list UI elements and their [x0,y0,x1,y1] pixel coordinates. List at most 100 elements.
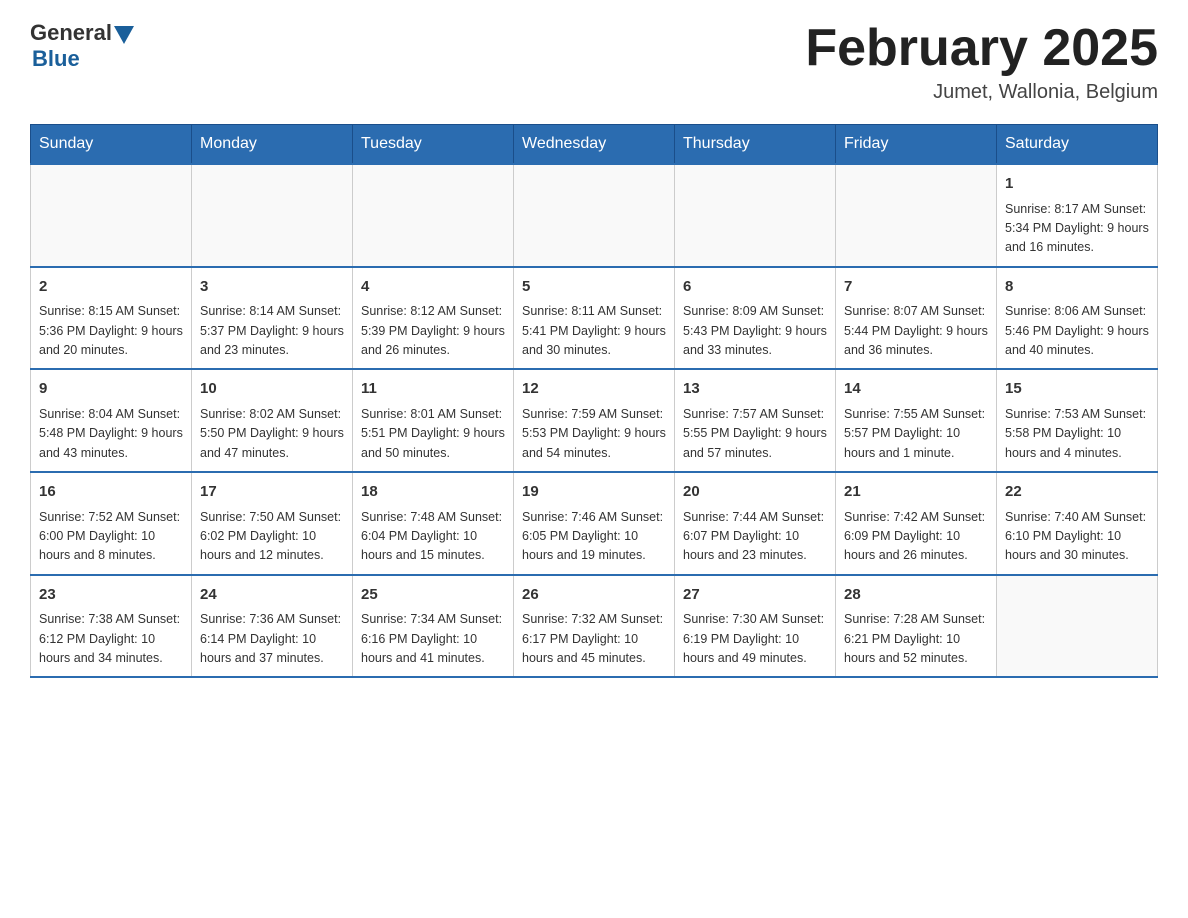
logo: General Blue [30,20,134,72]
day-number: 28 [844,584,988,607]
calendar-cell: 16 Sunrise: 7:52 AM Sunset: 6:00 PM Dayli… [31,472,192,575]
day-info: Sunrise: 7:38 AM Sunset: 6:12 PM Dayligh… [39,610,183,668]
day-number: 21 [844,481,988,504]
calendar-cell: 4 Sunrise: 8:12 AM Sunset: 5:39 PM Daylig… [353,267,514,370]
day-number: 16 [39,481,183,504]
calendar-week-row: 16 Sunrise: 7:52 AM Sunset: 6:00 PM Dayli… [31,472,1158,575]
weekday-header-monday: Monday [192,125,353,165]
day-info: Sunrise: 7:59 AM Sunset: 5:53 PM Dayligh… [522,405,666,463]
calendar-cell: 19 Sunrise: 7:46 AM Sunset: 6:05 PM Dayli… [514,472,675,575]
day-info: Sunrise: 7:32 AM Sunset: 6:17 PM Dayligh… [522,610,666,668]
day-number: 18 [361,481,505,504]
day-info: Sunrise: 7:34 AM Sunset: 6:16 PM Dayligh… [361,610,505,668]
day-number: 7 [844,276,988,299]
location: Jumet, Wallonia, Belgium [805,81,1158,104]
calendar-cell: 17 Sunrise: 7:50 AM Sunset: 6:02 PM Dayli… [192,472,353,575]
calendar-cell: 22 Sunrise: 7:40 AM Sunset: 6:10 PM Dayli… [997,472,1158,575]
calendar-cell [675,164,836,267]
day-number: 20 [683,481,827,504]
day-number: 4 [361,276,505,299]
day-number: 6 [683,276,827,299]
calendar-week-row: 9Sunrise: 8:04 AM Sunset: 5:48 PM Daylig… [31,369,1158,472]
calendar-week-row: 23 Sunrise: 7:38 AM Sunset: 6:12 PM Dayli… [31,575,1158,678]
day-number: 12 [522,378,666,401]
day-info: Sunrise: 7:44 AM Sunset: 6:07 PM Dayligh… [683,508,827,566]
day-info: Sunrise: 7:55 AM Sunset: 5:57 PM Dayligh… [844,405,988,463]
calendar-cell: 5Sunrise: 8:11 AM Sunset: 5:41 PM Daylig… [514,267,675,370]
day-number: 25 [361,584,505,607]
title-section: February 2025 Jumet, Wallonia, Belgium [805,20,1158,104]
calendar-cell [192,164,353,267]
day-info: Sunrise: 7:40 AM Sunset: 6:10 PM Dayligh… [1005,508,1149,566]
day-info: Sunrise: 7:53 AM Sunset: 5:58 PM Dayligh… [1005,405,1149,463]
calendar-week-row: 2 Sunrise: 8:15 AM Sunset: 5:36 PM Daylig… [31,267,1158,370]
calendar-cell: 11Sunrise: 8:01 AM Sunset: 5:51 PM Dayli… [353,369,514,472]
day-info: Sunrise: 7:46 AM Sunset: 6:05 PM Dayligh… [522,508,666,566]
day-info: Sunrise: 8:09 AM Sunset: 5:43 PM Dayligh… [683,302,827,360]
day-number: 2 [39,276,183,299]
calendar-cell: 14Sunrise: 7:55 AM Sunset: 5:57 PM Dayli… [836,369,997,472]
calendar-cell: 9Sunrise: 8:04 AM Sunset: 5:48 PM Daylig… [31,369,192,472]
day-info: Sunrise: 7:36 AM Sunset: 6:14 PM Dayligh… [200,610,344,668]
day-number: 17 [200,481,344,504]
day-info: Sunrise: 7:50 AM Sunset: 6:02 PM Dayligh… [200,508,344,566]
calendar-cell: 6 Sunrise: 8:09 AM Sunset: 5:43 PM Daylig… [675,267,836,370]
day-info: Sunrise: 8:07 AM Sunset: 5:44 PM Dayligh… [844,302,988,360]
calendar-cell [514,164,675,267]
day-info: Sunrise: 7:30 AM Sunset: 6:19 PM Dayligh… [683,610,827,668]
weekday-header-sunday: Sunday [31,125,192,165]
weekday-header-friday: Friday [836,125,997,165]
day-number: 23 [39,584,183,607]
logo-triangle-icon [114,26,134,44]
day-info: Sunrise: 8:04 AM Sunset: 5:48 PM Dayligh… [39,405,183,463]
day-number: 24 [200,584,344,607]
calendar-cell [836,164,997,267]
calendar-cell: 8 Sunrise: 8:06 AM Sunset: 5:46 PM Daylig… [997,267,1158,370]
calendar-cell: 1 Sunrise: 8:17 AM Sunset: 5:34 PM Daylig… [997,164,1158,267]
day-info: Sunrise: 8:12 AM Sunset: 5:39 PM Dayligh… [361,302,505,360]
day-info: Sunrise: 7:42 AM Sunset: 6:09 PM Dayligh… [844,508,988,566]
day-number: 3 [200,276,344,299]
weekday-header-tuesday: Tuesday [353,125,514,165]
day-info: Sunrise: 8:02 AM Sunset: 5:50 PM Dayligh… [200,405,344,463]
day-number: 19 [522,481,666,504]
calendar-table: SundayMondayTuesdayWednesdayThursdayFrid… [30,124,1158,678]
calendar-cell: 27 Sunrise: 7:30 AM Sunset: 6:19 PM Dayli… [675,575,836,678]
calendar-cell: 20 Sunrise: 7:44 AM Sunset: 6:07 PM Dayli… [675,472,836,575]
day-number: 27 [683,584,827,607]
day-info: Sunrise: 7:28 AM Sunset: 6:21 PM Dayligh… [844,610,988,668]
day-number: 5 [522,276,666,299]
day-info: Sunrise: 8:06 AM Sunset: 5:46 PM Dayligh… [1005,302,1149,360]
day-info: Sunrise: 8:17 AM Sunset: 5:34 PM Dayligh… [1005,200,1149,258]
calendar-cell [353,164,514,267]
day-number: 8 [1005,276,1149,299]
calendar-cell: 3Sunrise: 8:14 AM Sunset: 5:37 PM Daylig… [192,267,353,370]
day-number: 22 [1005,481,1149,504]
calendar-cell [997,575,1158,678]
calendar-cell: 25 Sunrise: 7:34 AM Sunset: 6:16 PM Dayli… [353,575,514,678]
weekday-header-row: SundayMondayTuesdayWednesdayThursdayFrid… [31,125,1158,165]
day-info: Sunrise: 8:15 AM Sunset: 5:36 PM Dayligh… [39,302,183,360]
calendar-cell: 28 Sunrise: 7:28 AM Sunset: 6:21 PM Dayli… [836,575,997,678]
day-info: Sunrise: 8:01 AM Sunset: 5:51 PM Dayligh… [361,405,505,463]
weekday-header-saturday: Saturday [997,125,1158,165]
day-number: 26 [522,584,666,607]
day-number: 1 [1005,173,1149,196]
logo-general: General [30,20,112,46]
calendar-cell: 10 Sunrise: 8:02 AM Sunset: 5:50 PM Dayli… [192,369,353,472]
calendar-cell: 13Sunrise: 7:57 AM Sunset: 5:55 PM Dayli… [675,369,836,472]
calendar-cell: 21 Sunrise: 7:42 AM Sunset: 6:09 PM Dayli… [836,472,997,575]
calendar-cell: 12 Sunrise: 7:59 AM Sunset: 5:53 PM Dayli… [514,369,675,472]
calendar-cell: 7 Sunrise: 8:07 AM Sunset: 5:44 PM Daylig… [836,267,997,370]
calendar-cell: 15Sunrise: 7:53 AM Sunset: 5:58 PM Dayli… [997,369,1158,472]
calendar-cell: 18Sunrise: 7:48 AM Sunset: 6:04 PM Dayli… [353,472,514,575]
day-number: 13 [683,378,827,401]
calendar-week-row: 1 Sunrise: 8:17 AM Sunset: 5:34 PM Daylig… [31,164,1158,267]
calendar-cell [31,164,192,267]
calendar-cell: 2 Sunrise: 8:15 AM Sunset: 5:36 PM Daylig… [31,267,192,370]
day-info: Sunrise: 7:52 AM Sunset: 6:00 PM Dayligh… [39,508,183,566]
weekday-header-thursday: Thursday [675,125,836,165]
logo-blue: Blue [32,46,80,72]
calendar-cell: 26 Sunrise: 7:32 AM Sunset: 6:17 PM Dayli… [514,575,675,678]
day-number: 10 [200,378,344,401]
